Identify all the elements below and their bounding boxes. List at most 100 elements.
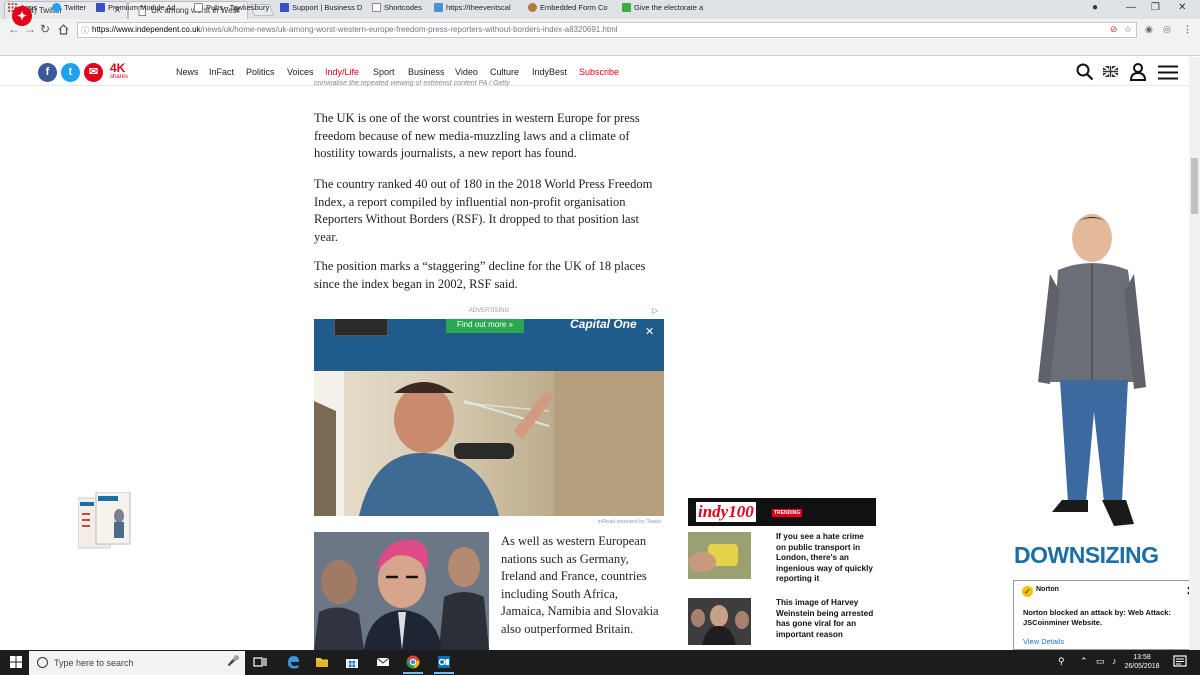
reload-icon[interactable]: ↻ (40, 22, 50, 36)
bookmark-label: Pubs - Tewkesbury (206, 3, 270, 12)
credit-card-image (334, 319, 388, 336)
nav-indybest[interactable]: IndyBest (532, 67, 567, 77)
article-photo[interactable] (314, 532, 489, 650)
nav-sport[interactable]: Sport (373, 67, 395, 77)
task-view-icon[interactable] (253, 655, 267, 669)
bookmarks-bar (0, 40, 1200, 56)
bookmark-label: https://theeventscal (446, 3, 511, 12)
twitter-share-icon[interactable]: t (61, 63, 80, 82)
ad-close-icon[interactable]: ✕ (645, 325, 654, 338)
site-favicon-icon (622, 3, 631, 12)
indy100-story[interactable]: If you see a hate crime on public transp… (688, 532, 876, 583)
image-caption: criminalise the repeated viewing of extr… (314, 80, 510, 87)
bookmark-star-icon[interactable]: ☆ (1124, 24, 1132, 35)
menu-dots-icon[interactable]: ⋮ (1183, 24, 1192, 35)
blocked-icon[interactable]: ⊘ (1110, 24, 1118, 35)
minimize-icon[interactable]: — (1126, 2, 1136, 13)
nav-indy-life[interactable]: Indy/Life (325, 67, 359, 77)
indy100-header[interactable]: indy100 TRENDING (688, 498, 876, 526)
maximize-icon[interactable]: ❐ (1151, 2, 1160, 13)
people-icon[interactable]: ⚲ (1058, 656, 1065, 667)
story-thumbnail (688, 598, 751, 645)
site-favicon-icon (96, 3, 105, 12)
ad-video-image[interactable] (314, 371, 664, 516)
file-explorer-icon[interactable] (315, 655, 329, 669)
article-paragraph: The UK is one of the worst countries in … (314, 111, 640, 160)
active-app-indicator (434, 672, 454, 674)
bookmark-embedded-form[interactable]: Embedded Form Co (528, 3, 608, 12)
url-path: /news/uk/home-news/uk-among-worst-wester… (200, 25, 618, 34)
inread-credit[interactable]: inRead invented by Teads (314, 519, 661, 525)
trending-badge: TRENDING (772, 509, 803, 517)
bookmark-support-business[interactable]: Support | Business D (280, 3, 362, 12)
show-hidden-icons-icon[interactable]: ⌃ (1080, 656, 1088, 667)
search-placeholder: Type here to search (54, 658, 134, 668)
bookmark-twitter[interactable]: Twitter (52, 3, 86, 12)
user-account-icon[interactable] (1130, 63, 1146, 81)
indy100-logo: indy100 (696, 502, 756, 522)
nav-subscribe[interactable]: Subscribe (579, 67, 619, 77)
story-title: If you see a hate crime on public transp… (776, 532, 873, 583)
bookmark-pubs-tewkesbury[interactable]: Pubs - Tewkesbury (194, 3, 269, 12)
chrome-icon[interactable] (406, 655, 420, 669)
extension-icon[interactable]: ◉ (1145, 24, 1153, 35)
page-icon (372, 3, 381, 12)
find-out-more-button[interactable]: Find out more » (446, 319, 524, 333)
view-details-link[interactable]: View Details (1023, 637, 1064, 646)
nav-infact[interactable]: InFact (209, 67, 234, 77)
bookmark-premium-module[interactable]: Premium Module Ad (96, 3, 176, 12)
store-icon[interactable] (345, 655, 359, 669)
nav-video[interactable]: Video (455, 67, 478, 77)
article-paragraph: The position marks a “staggering” declin… (314, 259, 646, 291)
calendar-icon (434, 3, 443, 12)
bookmark-give-electorate[interactable]: Give the electorate a (622, 3, 703, 12)
dvd-cover-image[interactable] (78, 492, 132, 550)
norton-message: Norton blocked an attack by: Web Attack:… (1023, 608, 1171, 627)
home-icon[interactable] (58, 24, 69, 35)
address-bar[interactable]: ⓘ https://www.independent.co.uk/news/uk/… (77, 22, 1137, 38)
nav-news[interactable]: News (176, 67, 199, 77)
network-icon[interactable]: ▭ (1096, 656, 1105, 667)
taskbar-search-box[interactable]: Type here to search 🎤 (29, 651, 245, 675)
downsizing-ad-title[interactable]: DOWNSIZING (1014, 542, 1159, 569)
volume-icon[interactable]: ♪ (1112, 656, 1117, 666)
nav-culture[interactable]: Culture (490, 67, 519, 77)
extension-icon[interactable]: ◎ (1163, 24, 1171, 35)
email-share-icon[interactable]: ✉ (84, 63, 103, 82)
norton-check-icon: ✓ (1022, 586, 1033, 597)
edge-browser-icon[interactable] (286, 655, 300, 669)
search-icon[interactable] (1076, 63, 1094, 81)
microphone-icon[interactable]: 🎤 (227, 656, 239, 667)
independent-logo-icon[interactable]: ✦ (12, 6, 32, 26)
window-close-icon[interactable]: ✕ (1178, 2, 1186, 13)
hamburger-menu-icon[interactable] (1158, 65, 1178, 80)
cortana-icon (37, 657, 48, 668)
outlook-icon[interactable] (437, 655, 451, 669)
indy100-story[interactable]: This image of Harvey Weinstein being arr… (688, 598, 876, 646)
mail-icon[interactable] (376, 655, 390, 669)
adchoices-icon[interactable]: ▷ (652, 306, 658, 315)
nav-business[interactable]: Business (408, 67, 445, 77)
twitter-icon (52, 3, 61, 12)
story-title: This image of Harvey Weinstein being arr… (776, 598, 874, 639)
ad-scene-illustration (314, 371, 664, 516)
share-count-label: shares (110, 74, 129, 80)
system-clock[interactable]: 13:58 26/05/2018 (1124, 653, 1160, 671)
norton-notification: ✓ Norton ✕ Norton blocked an attack by: … (1013, 580, 1199, 650)
nav-politics[interactable]: Politics (246, 67, 275, 77)
clock-date: 26/05/2018 (1124, 663, 1160, 670)
bookmark-shortcodes[interactable]: Shortcodes (372, 3, 422, 12)
side-ad-figure-image[interactable] (1030, 212, 1160, 542)
action-center-icon[interactable] (1173, 655, 1187, 669)
norton-brand: Norton (1036, 586, 1059, 593)
uk-flag-icon[interactable] (1103, 66, 1118, 77)
profile-icon[interactable]: ● (1092, 2, 1098, 13)
share-count-number: 4K (110, 61, 126, 75)
facebook-share-icon[interactable]: f (38, 63, 57, 82)
share-count: 4K shares (110, 62, 128, 80)
bookmark-events-calendar[interactable]: https://theeventscal (434, 3, 511, 12)
nav-voices[interactable]: Voices (287, 67, 314, 77)
windows-start-icon[interactable] (10, 656, 22, 668)
page-scrollbar[interactable] (1189, 57, 1200, 650)
scrollbar-thumb[interactable] (1191, 158, 1198, 214)
